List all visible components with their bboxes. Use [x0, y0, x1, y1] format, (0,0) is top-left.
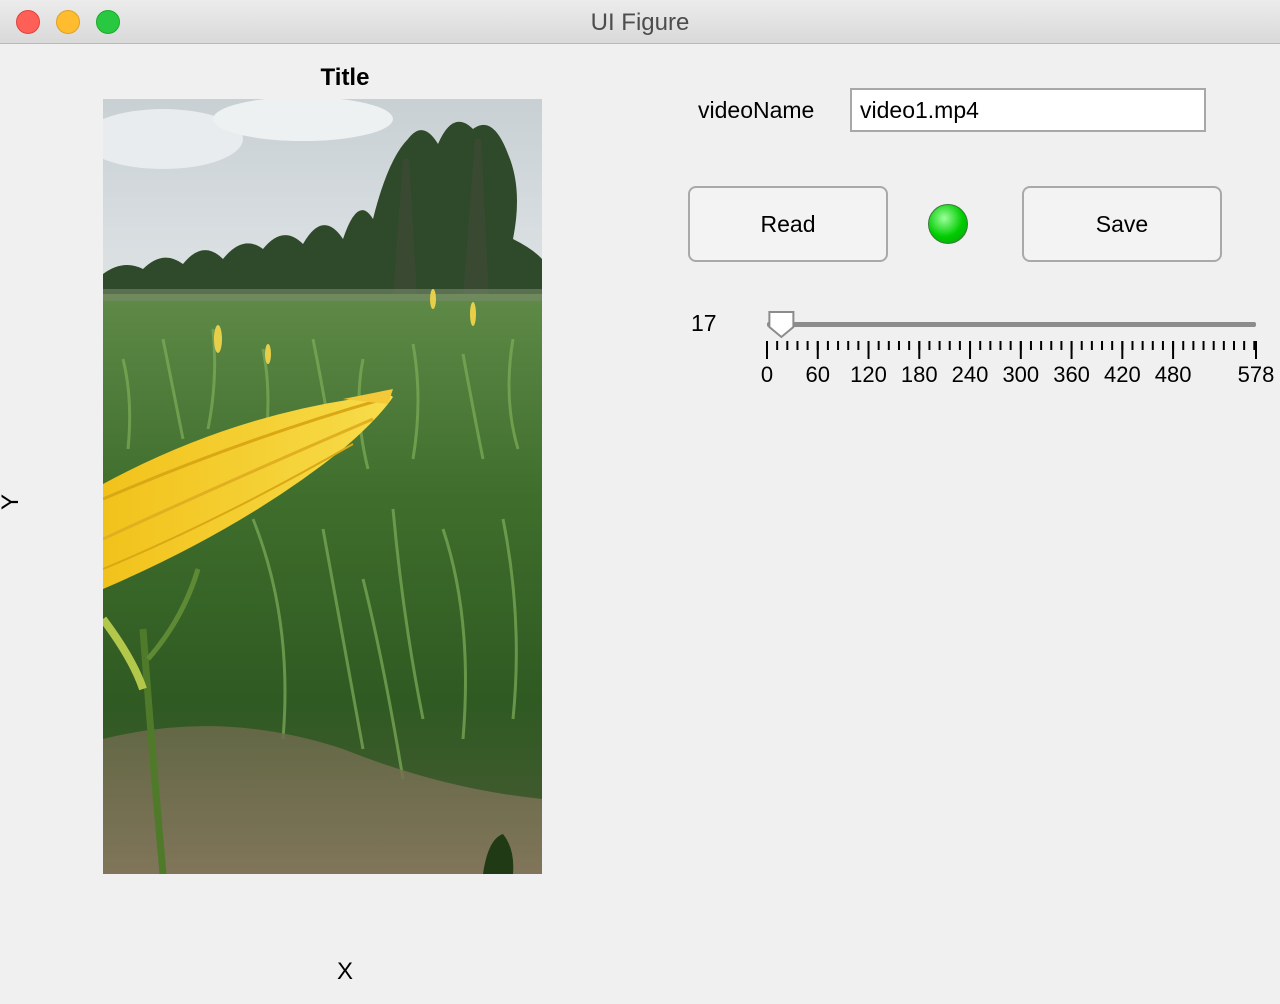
- slider-tick-label: 0: [761, 362, 773, 387]
- slider-value-label: 17: [691, 310, 717, 336]
- slider-tick-label: 578: [1238, 362, 1275, 387]
- y-axis-label: Y: [0, 487, 25, 517]
- slider-tick-label: 180: [901, 362, 938, 387]
- video-name-input[interactable]: [850, 88, 1206, 132]
- slider-tick-label: 60: [806, 362, 830, 387]
- window-title: UI Figure: [590, 9, 690, 36]
- slider-thumb[interactable]: [768, 311, 795, 339]
- video-frame-picture: [103, 99, 542, 874]
- video-frame-image: [103, 99, 542, 874]
- slider-tick-label: 480: [1155, 362, 1192, 387]
- slider-tick-label: 120: [850, 362, 887, 387]
- axes-title: Title: [320, 64, 370, 91]
- frame-slider-scale[interactable]: 0 60 120 180 240 300 360 420 480 578: [750, 300, 1280, 400]
- slider-tick-label: 240: [952, 362, 989, 387]
- slider-tick-label: 360: [1053, 362, 1090, 387]
- status-lamp: [928, 204, 968, 244]
- slider-track[interactable]: [767, 322, 1256, 327]
- frame-slider[interactable]: 0 60 120 180 240 300 360 420 480 578: [750, 300, 1280, 400]
- slider-tick-label: 420: [1104, 362, 1141, 387]
- window-titlebar: UI Figure: [0, 0, 1280, 44]
- video-name-label: videoName: [698, 97, 815, 123]
- save-button[interactable]: Save: [1022, 186, 1222, 262]
- slider-tick-label: 300: [1002, 362, 1039, 387]
- read-button[interactable]: Read: [688, 186, 888, 262]
- x-axis-label: X: [336, 958, 353, 985]
